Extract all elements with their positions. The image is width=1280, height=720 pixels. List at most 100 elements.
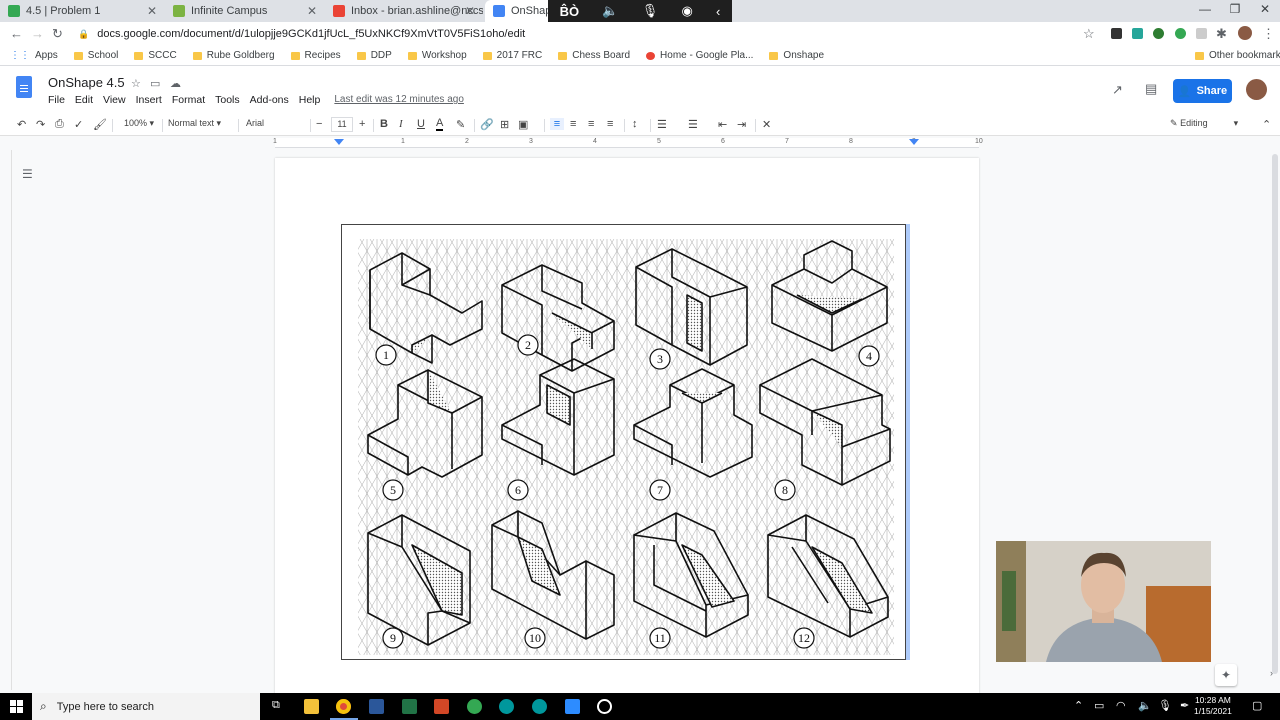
profile-avatar[interactable] xyxy=(1238,26,1252,40)
menu-edit[interactable]: Edit xyxy=(75,94,93,106)
volume-icon[interactable]: 🔈 xyxy=(1138,699,1152,712)
extension-icon[interactable] xyxy=(1132,28,1143,39)
explore-icon[interactable]: ✦ xyxy=(1215,664,1237,686)
menu-help[interactable]: Help xyxy=(299,94,321,106)
zoom-select[interactable]: 100% ▾ xyxy=(120,118,158,129)
menu-insert[interactable]: Insert xyxy=(136,94,162,106)
comment-icon[interactable]: ▤ xyxy=(1145,81,1157,97)
show-hidden-icons-icon[interactable]: ⌃ xyxy=(1074,699,1083,712)
notifications-icon[interactable]: ▢ xyxy=(1252,699,1262,712)
decrease-indent-icon[interactable]: ⇤ xyxy=(718,118,727,131)
bookmark-item[interactable]: Workshop xyxy=(407,50,467,61)
font-select[interactable]: Arial xyxy=(246,118,308,128)
bookmark-item[interactable]: Home - Google Pla... xyxy=(646,50,753,61)
menu-file[interactable]: File xyxy=(48,94,65,106)
speaker-icon[interactable]: 🔈 xyxy=(602,3,618,19)
browser-tab[interactable]: Inbox - brian.ashline@nccsk12.o ✕ xyxy=(325,0,483,22)
extension-icon[interactable] xyxy=(1111,28,1122,39)
bookmark-item[interactable]: School xyxy=(73,50,118,61)
reload-icon[interactable]: ↻ xyxy=(52,26,63,42)
taskbar-search-box[interactable]: ⌕ Type here to search xyxy=(32,693,260,720)
close-icon[interactable]: ✕ xyxy=(147,4,157,18)
align-right-icon[interactable]: ≡ xyxy=(588,118,594,130)
close-icon[interactable]: ✕ xyxy=(307,4,317,18)
bold-icon[interactable]: B xyxy=(380,118,388,130)
account-avatar[interactable] xyxy=(1246,79,1267,100)
editing-mode-select[interactable]: ✎ Editing ▾ xyxy=(1170,118,1252,129)
word-icon[interactable] xyxy=(369,699,384,714)
extension-icon[interactable] xyxy=(1175,28,1186,39)
microphone-tray-icon[interactable]: 🎙 xyxy=(1158,699,1172,712)
isometric-drawing-image[interactable]: 1 2 3 4 5 6 7 8 9 10 11 12 xyxy=(341,224,906,660)
increase-indent-icon[interactable]: ⇥ xyxy=(737,118,746,131)
task-view-icon[interactable]: ⧉ xyxy=(272,699,280,712)
line-spacing-icon[interactable]: ↕ xyxy=(632,118,638,130)
wifi-icon[interactable]: ◠ xyxy=(1116,699,1126,712)
powerpoint-icon[interactable] xyxy=(434,699,449,714)
zoom-icon[interactable] xyxy=(565,699,580,714)
font-size-field[interactable]: 11 xyxy=(331,117,353,132)
bookmark-item[interactable]: DDP xyxy=(356,50,392,61)
insert-comment-icon[interactable]: ⊞ xyxy=(500,118,509,131)
app-icon[interactable] xyxy=(467,699,482,714)
bookmark-item[interactable]: 2017 FRC xyxy=(482,50,542,61)
activity-trend-icon[interactable]: ↗ xyxy=(1112,82,1123,98)
insert-image-icon[interactable]: ▣ xyxy=(518,118,528,131)
arduino-icon[interactable] xyxy=(532,699,547,714)
insert-link-icon[interactable]: 🔗 xyxy=(480,118,494,131)
forward-icon[interactable]: → xyxy=(31,26,44,41)
cloud-saved-icon[interactable]: ☁ xyxy=(170,77,181,90)
numbered-list-icon[interactable]: ☰ xyxy=(657,118,667,131)
extension-icon[interactable] xyxy=(1153,28,1164,39)
menu-addons[interactable]: Add-ons xyxy=(250,94,289,106)
close-icon[interactable]: ✕ xyxy=(465,4,475,18)
move-folder-icon[interactable]: ▭ xyxy=(150,77,160,90)
excel-icon[interactable] xyxy=(402,699,417,714)
italic-icon[interactable]: I xyxy=(399,118,403,130)
bo-logo-icon[interactable]: B̂Ò xyxy=(560,4,580,19)
window-close-icon[interactable]: ✕ xyxy=(1250,2,1280,16)
restore-icon[interactable]: ❐ xyxy=(1220,2,1250,16)
style-select[interactable]: Normal text ▾ xyxy=(168,118,232,129)
undo-icon[interactable]: ↶ xyxy=(17,118,26,131)
text-color-icon[interactable]: A xyxy=(436,118,444,131)
underline-icon[interactable]: U xyxy=(417,118,425,130)
chevron-left-icon[interactable]: ‹ xyxy=(716,4,720,19)
spellcheck-icon[interactable]: ✓ xyxy=(74,118,83,131)
microphone-icon[interactable]: 🎙 xyxy=(642,3,659,19)
clear-formatting-icon[interactable]: ✕ xyxy=(762,118,771,131)
bookmark-item[interactable]: Recipes xyxy=(290,50,341,61)
print-icon[interactable]: ⎙ xyxy=(55,118,64,131)
paint-format-icon[interactable]: 🖌 xyxy=(93,118,107,131)
puzzle-extensions-icon[interactable]: ✱ xyxy=(1216,26,1227,42)
minimize-icon[interactable]: — xyxy=(1190,2,1220,16)
star-bookmark-icon[interactable]: ☆ xyxy=(1083,26,1095,42)
recorder-icon[interactable] xyxy=(597,699,612,714)
url-field[interactable]: 🔒 docs.google.com/document/d/1ulopjje9GC… xyxy=(78,24,1098,44)
browser-tab[interactable]: Infinite Campus ✕ xyxy=(165,0,325,22)
align-justify-icon[interactable]: ≡ xyxy=(607,118,613,130)
share-button[interactable]: 👤 Share xyxy=(1173,79,1232,103)
align-center-icon[interactable]: ≡ xyxy=(570,118,576,130)
battery-icon[interactable]: ▭ xyxy=(1094,699,1104,712)
menu-format[interactable]: Format xyxy=(172,94,205,106)
star-icon[interactable]: ☆ xyxy=(131,77,141,90)
browser-tab-active[interactable]: OnShape 4 xyxy=(485,0,555,22)
bookmark-item[interactable]: SCCC xyxy=(134,50,177,61)
chrome-icon[interactable] xyxy=(336,699,351,714)
last-edit-link[interactable]: Last edit was 12 minutes ago xyxy=(334,94,464,106)
collapse-menus-icon[interactable]: ⌃ xyxy=(1262,118,1271,131)
back-icon[interactable]: ← xyxy=(10,26,23,41)
more-menu-icon[interactable]: ⋮ xyxy=(1262,26,1275,42)
left-indent-marker[interactable] xyxy=(334,139,344,145)
bookmark-other[interactable]: Other bookmarks xyxy=(1195,50,1280,61)
menu-view[interactable]: View xyxy=(103,94,126,106)
scroll-right-icon[interactable]: › xyxy=(1270,668,1273,678)
document-title[interactable]: OnShape 4.5 xyxy=(48,75,125,90)
bookmark-item[interactable]: Chess Board xyxy=(558,50,630,61)
docs-logo-icon[interactable] xyxy=(16,76,32,98)
bookmark-item[interactable]: Onshape xyxy=(769,50,824,61)
extension-icon[interactable] xyxy=(1196,28,1207,39)
system-clock[interactable]: 10:28 AM 1/15/2021 xyxy=(1194,695,1232,717)
align-left-icon[interactable]: ≡ xyxy=(550,118,564,130)
